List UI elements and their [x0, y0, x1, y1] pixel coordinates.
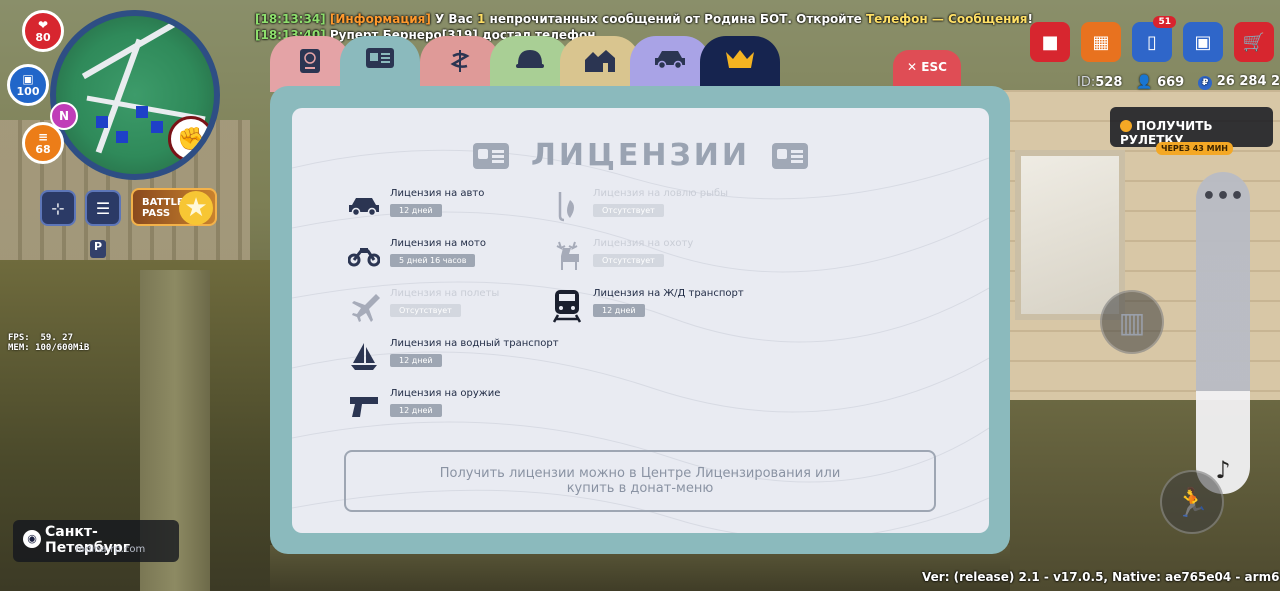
roulette-timer: ЧЕРЕЗ 43 МИН [1156, 142, 1233, 155]
shop-button[interactable]: 🛒 [1234, 22, 1274, 62]
chat-line: [18:13:34] [Информация] У Вас 1 непрочит… [255, 12, 1033, 26]
side-panel[interactable]: ••• ♪ [1196, 172, 1250, 494]
helmet-icon [516, 50, 544, 68]
armor-icon: ▣ [22, 71, 34, 86]
burger-icon: ≡ [37, 129, 49, 144]
player-stats: ID:528 👤 669 ₽ 26 284 294 [1077, 74, 1280, 90]
map-marker [116, 131, 128, 143]
checklist-icon: ☰ [95, 198, 111, 218]
menu-button[interactable]: ▦ [1081, 22, 1121, 62]
phone-button[interactable]: ▯ 51 [1132, 16, 1176, 62]
tasks-button[interactable]: ☰ [85, 190, 121, 226]
map-marker [151, 121, 163, 133]
tab-licenses[interactable] [340, 36, 420, 92]
cursor-icon: ⊹ [51, 198, 65, 218]
faction-icon[interactable]: N [50, 102, 78, 130]
inventory-button[interactable]: ▣ [1183, 22, 1223, 62]
parking-icon: P [90, 240, 106, 258]
background-window [1015, 150, 1125, 320]
user-icon: 👤 [1136, 74, 1153, 90]
fishing-icon [551, 190, 583, 222]
minimap[interactable]: ✊ [50, 10, 220, 180]
tab-property[interactable] [560, 36, 640, 92]
seats-icon: ▥ [1118, 305, 1146, 339]
video-camera-icon: ■ [1041, 31, 1059, 53]
map-marker [96, 116, 108, 128]
tab-passport[interactable] [270, 36, 350, 92]
licenses-dialog: ЛИЦЕНЗИИ Лицензия на авто 12 дней Лиценз… [270, 86, 1010, 554]
grid-icon: ▦ [1092, 31, 1110, 53]
running-man-icon: 🏃 [1174, 485, 1210, 519]
pistol-icon [348, 390, 380, 422]
tab-vehicles[interactable] [630, 36, 710, 92]
dialog-title: ЛИЦЕНЗИИ [292, 138, 989, 173]
esc-close-button[interactable]: ✕ ESC [893, 50, 961, 88]
camera-button[interactable]: ■ [1030, 22, 1070, 62]
deer-icon [551, 240, 583, 272]
car-icon [655, 51, 685, 70]
fps-counter: FPS: 59. 27 MEM: 100/600MiB [8, 333, 90, 353]
version-info: Ver: (release) 2.1 - v17.0.5, Native: ae… [922, 570, 1280, 584]
server-logo-icon: ◉ [23, 530, 41, 548]
phone-icon: ▯ [1147, 31, 1157, 53]
server-info: ◉ Санкт-Петербург rodina-rp.com [13, 520, 179, 562]
train-icon [551, 290, 583, 323]
motorcycle-icon [348, 240, 380, 272]
backpack-icon: ▣ [1194, 31, 1212, 53]
armor-indicator: ▣ 100 [7, 64, 49, 106]
tab-medical[interactable] [420, 36, 500, 92]
run-button[interactable]: 🏃 [1160, 470, 1224, 534]
map-marker [136, 106, 148, 118]
caduceus-icon [450, 50, 470, 72]
currency-icon: ₽ [1198, 76, 1213, 90]
license-card-icon [772, 142, 808, 169]
license-info-note: Получить лицензии можно в Центре Лицензи… [344, 450, 936, 512]
licenses-panel: ЛИЦЕНЗИИ Лицензия на авто 12 дней Лиценз… [292, 108, 989, 533]
car-icon [348, 190, 380, 222]
more-icon[interactable]: ••• [1196, 186, 1250, 208]
star-icon: ★ [179, 191, 213, 225]
seat-button[interactable]: ▥ [1100, 290, 1164, 354]
get-roulette-button[interactable]: ПОЛУЧИТЬ РУЛЕТКУ [1110, 107, 1273, 147]
tab-premium[interactable] [700, 36, 780, 92]
fist-icon[interactable]: ✊ [168, 116, 214, 162]
airplane-icon [348, 290, 380, 322]
license-card-icon [366, 48, 394, 68]
sailboat-icon [348, 340, 380, 372]
battle-pass-button[interactable]: BATTLE PASS ★ [131, 188, 217, 226]
license-card-icon [473, 142, 509, 169]
cursor-button[interactable]: ⊹ [40, 190, 76, 226]
heart-icon: ❤ [37, 17, 49, 32]
health-indicator: ❤ 80 [22, 10, 64, 52]
tab-military[interactable] [490, 36, 570, 92]
passport-icon [300, 49, 320, 73]
coin-icon [1120, 120, 1132, 132]
houses-icon [585, 50, 615, 72]
cart-icon: 🛒 [1242, 31, 1266, 53]
crown-icon [726, 50, 754, 68]
notification-badge: 51 [1153, 16, 1176, 28]
